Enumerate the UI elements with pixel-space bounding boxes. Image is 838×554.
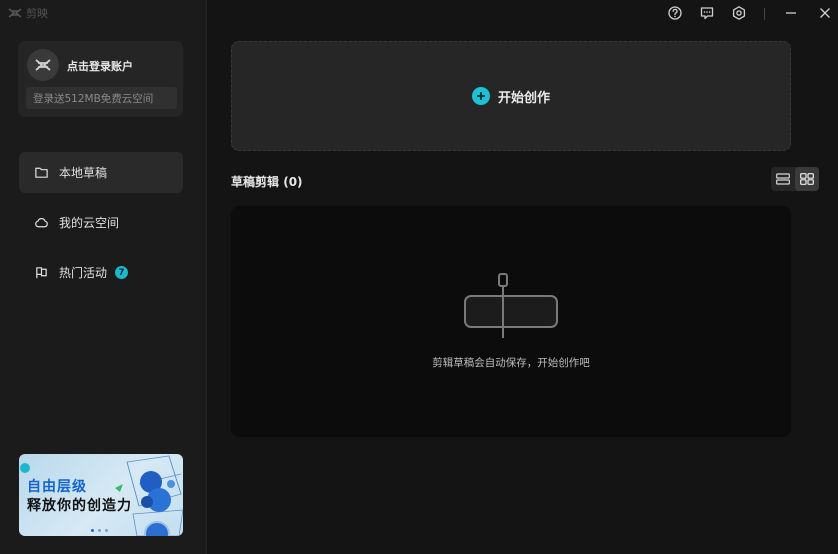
grid-view-button[interactable] [795, 167, 819, 191]
plus-icon [471, 87, 490, 105]
view-mode-toggle[interactable] [771, 167, 819, 191]
banner-pagination[interactable] [91, 529, 108, 532]
nav-item-local-drafts[interactable]: 本地草稿 [19, 152, 183, 193]
account-card[interactable]: 点击登录账户 登录送512MB免费云空间 [18, 41, 183, 117]
list-view-button[interactable] [771, 167, 795, 191]
app-logo: 剪映 [8, 5, 48, 21]
capcut-logo-icon [8, 8, 22, 18]
folder-icon [35, 167, 48, 178]
drafts-section-title: 草稿剪辑 (0) [231, 173, 303, 190]
flag-icon [36, 267, 47, 279]
login-link[interactable]: 点击登录账户 [67, 58, 133, 74]
capcut-logo-icon [35, 59, 51, 71]
close-icon[interactable] [817, 5, 833, 21]
start-creation-button[interactable]: 开始创作 [231, 41, 791, 151]
settings-icon[interactable] [731, 5, 747, 21]
start-creation-label: 开始创作 [497, 90, 550, 106]
promo-banner[interactable]: 自由层级 释放你的创造力 [19, 454, 183, 536]
cloud-icon [35, 218, 48, 228]
avatar[interactable] [27, 49, 59, 81]
drafts-area: 剪辑草稿会自动保存，开始创作吧 [231, 206, 791, 437]
empty-state-text: 剪辑草稿会自动保存，开始创作吧 [432, 357, 590, 369]
nav-item-label: 我的云空间 [59, 216, 120, 230]
section-title-text: 草稿剪辑 [231, 175, 280, 189]
sidebar: 剪映 点击登录账户 登录送512MB免费云空间 本地草稿 我的云空间 热门活动 … [0, 0, 207, 554]
banner-dot[interactable] [105, 529, 108, 532]
feedback-icon[interactable] [699, 5, 715, 21]
minimize-icon[interactable] [783, 5, 799, 21]
banner-title: 自由层级 [27, 479, 87, 495]
app-name: 剪映 [26, 7, 48, 20]
cloud-promo-text: 登录送512MB免费云空间 [26, 87, 177, 109]
nav-item-cloud-space[interactable]: 我的云空间 [19, 202, 183, 243]
nav-item-label: 本地草稿 [59, 166, 108, 180]
banner-dot[interactable] [91, 529, 94, 532]
banner-dot[interactable] [98, 529, 101, 532]
nav-item-hot-events[interactable]: 热门活动 7 [19, 252, 183, 293]
empty-drafts-illustration-icon [464, 273, 558, 338]
draft-count: (0) [283, 175, 303, 189]
banner-subtitle: 释放你的创造力 [27, 498, 132, 514]
nav-item-label: 热门活动 [59, 266, 108, 280]
help-icon[interactable] [667, 5, 683, 21]
list-view-icon [776, 173, 790, 185]
titlebar-separator [764, 8, 765, 20]
grid-view-icon [800, 173, 814, 185]
notification-badge: 7 [115, 266, 129, 279]
